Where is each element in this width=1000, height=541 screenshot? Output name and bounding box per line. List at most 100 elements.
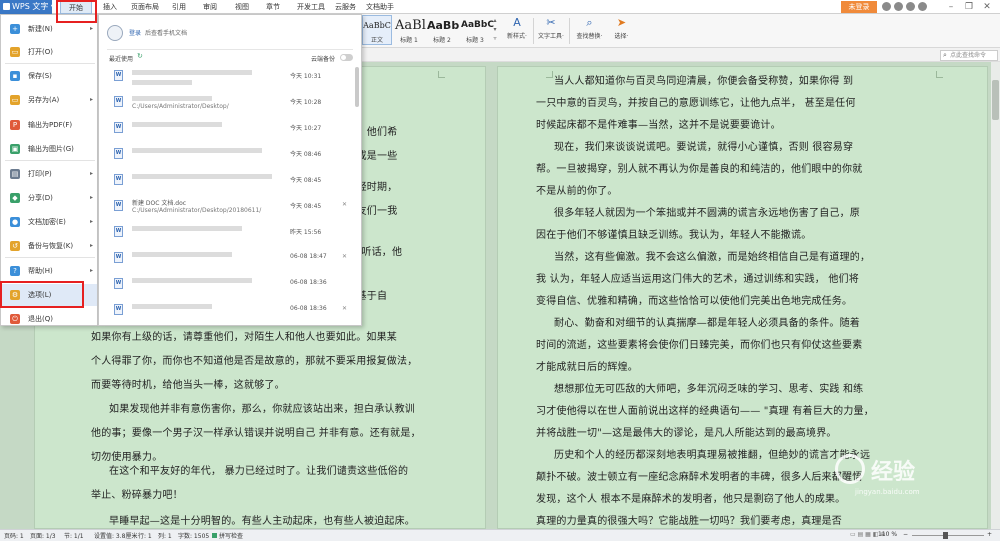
document-line: 如果发现他并非有意伤害你，那么，你就应该站出来，担白承认教训 [109,404,415,415]
share-icon[interactable] [894,2,903,11]
recent-document-item[interactable]: W 今天 10:27 [99,119,349,143]
redacted-filename [132,96,212,101]
file-menu-item[interactable]: ◆ 分享(D) ▸ [1,187,97,209]
style-heading-2[interactable]: AaBb 标题 2 [426,15,459,45]
document-line: 举止、粉碎暴力吧！ [91,490,183,501]
file-menu-item[interactable]: ▭ 另存为(A) ▸ [1,89,97,111]
recent-document-item[interactable]: W 06-08 18:36 [99,275,349,299]
command-search-input[interactable]: ⌕ 点此查找命令 [940,50,998,61]
close-button[interactable]: ✕ [980,0,994,14]
style-caption: 标题 3 [466,37,484,44]
spell-check-toggle[interactable]: 拼写检查 [212,531,243,540]
submenu-arrow-icon: ▸ [89,267,93,274]
document-line: 他的事；要像一个男子汉一样承认错误并说明自己 并非有意。还有就是， [91,428,421,439]
style-normal[interactable]: AaBbC 正文 [362,15,392,45]
recent-timestamp: 今天 10:27 [290,125,322,132]
recent-document-item[interactable]: W 今天 08:46 [99,145,349,169]
vertical-scrollbar[interactable] [991,62,1000,529]
status-words[interactable]: 字数: 1505 [178,531,209,540]
file-menu: + 新建(N) ▸ ▭ 打开(O) ▪ 保存(S) ▭ 另存为(A) ▸ P 输出为PDF(F) ▣ 输出… [0,14,98,326]
document-line: 帮。一旦被揭穿，别人就不再认为你是善良的和纯洁的，他们眼中的你就 [536,164,863,175]
recent-document-item[interactable]: W 今天 08:45 [99,171,349,195]
zoom-out-button[interactable]: − [903,531,908,538]
redacted-filename [132,278,252,283]
file-menu-label: 新建(N) [28,25,53,33]
recent-timestamp: 06-08 18:36 [290,279,327,286]
document-line: 因在于他们不够谨慎且缺乏训练。我认为，年轻人不能撒谎。 [536,230,812,241]
file-menu-item[interactable]: ▤ 打印(P) ▸ [1,163,97,185]
cloud-backup-toggle[interactable] [340,54,353,61]
login-link[interactable]: 登录 [129,28,141,37]
redacted-filename [132,304,212,309]
file-menu-item[interactable]: ● 文档加密(E) ▸ [1,211,97,233]
help-icon[interactable] [918,2,927,11]
recent-document-item[interactable]: W 昨天 15:56 [99,223,349,247]
recent-filepath: C:/Users/Administrator/Desktop/ [132,103,229,110]
find-replace-button[interactable]: ⌕ 查找替换· [572,17,607,45]
file-menu-item[interactable]: ? 帮助(H) ▸ [1,260,97,282]
recent-document-item[interactable]: W 06-08 18:36 ✕ [99,301,349,325]
tab-developer[interactable]: 开发工具 [297,0,325,14]
file-menu-item[interactable]: ⏻ 退出(Q) [1,308,97,330]
wps-app-menu-button[interactable]: WPS 文字 ▾ [0,0,55,14]
document-line: 颠扑不破。波士顿立有一座纪念麻醉术发明者的丰碑，很多人后来都醒悟 [536,472,863,483]
file-menu-label: 退出(Q) [28,315,53,323]
style-heading-1[interactable]: AaBl 标题 1 [394,15,426,45]
tab-insert[interactable]: 插入 [103,0,117,14]
new-style-button[interactable]: A 新样式· [502,17,532,45]
redacted-filename [132,226,242,231]
remove-icon[interactable]: ✕ [342,253,347,260]
remove-icon[interactable]: ✕ [342,201,347,208]
highlight-start-tab [56,0,97,23]
styles-scroll-arrows[interactable]: ▴ ▾ ▿ [491,16,499,44]
tab-page-layout[interactable]: 页面布局 [131,0,159,14]
cursor-icon: ➤ [616,16,627,29]
login-button[interactable]: 未登录 [841,1,877,13]
tab-chapter[interactable]: 章节 [266,0,280,14]
scrollbar-thumb[interactable] [992,80,999,120]
skin-icon[interactable] [882,2,891,11]
recent-scrollbar[interactable] [355,67,359,107]
zoom-slider[interactable] [912,532,984,539]
style-heading-3[interactable]: AaBbC 标题 3 [460,15,494,45]
refresh-icon[interactable]: ↻ [137,52,143,60]
tab-review[interactable]: 审阅 [203,0,217,14]
recent-document-item[interactable]: W 06-08 18:47 ✕ [99,249,349,273]
menu-separator [5,63,95,64]
share-icon: ◆ [10,193,20,203]
file-menu-item[interactable]: P 输出为PDF(F) [1,114,97,136]
text-tools-button[interactable]: ✂ 文字工具· [535,17,567,45]
restore-button[interactable]: ❐ [962,0,976,14]
document-line: 现在，我们来谈谈说谎吧。要说谎，就得小心谨慎，否则 很容易穿 [554,142,854,153]
file-menu-label: 打印(P) [28,170,52,178]
file-menu-item[interactable]: ↺ 备份与恢复(K) ▸ [1,235,97,257]
remove-icon[interactable]: ✕ [342,305,347,312]
select-button[interactable]: ➤ 选择· [609,17,634,45]
tab-references[interactable]: 引用 [172,0,186,14]
minimize-button[interactable]: – [944,0,958,14]
new-doc-icon: + [10,24,20,34]
status-pages[interactable]: 页面: 1/3 [30,531,56,540]
file-menu-label: 输出为PDF(F) [28,121,73,129]
file-menu-item[interactable]: ▪ 保存(S) [1,65,97,87]
document-line: 发现，这个人 根本不是麻醉术的发明者，他只是剽窃了他人的成果。 [536,494,846,505]
search-icon: ⌕ [943,51,947,59]
file-menu-item[interactable]: ▭ 打开(O) [1,41,97,63]
tab-doc-assistant[interactable]: 文档助手 [366,0,394,14]
file-menu-item[interactable]: ▣ 输出为图片(G) [1,138,97,160]
recent-document-item[interactable]: W C:/Users/Administrator/Desktop/今天 10:28 [99,93,349,117]
status-col: 列: 1 [158,533,172,540]
zoom-in-button[interactable]: + [987,531,992,538]
recent-document-item[interactable]: W 今天 10:31 [99,67,349,91]
encrypt-icon: ● [10,217,20,227]
redacted-filename [132,148,262,153]
tab-view[interactable]: 视图 [235,0,249,14]
recent-timestamp: 今天 08:46 [290,151,322,158]
settings-icon[interactable] [906,2,915,11]
zoom-level[interactable]: 110 % [878,531,897,538]
zoom-slider-handle[interactable] [943,532,948,539]
tab-cloud[interactable]: 云服务 [335,0,356,14]
status-row: 行: 1 [138,533,152,540]
recent-document-item[interactable]: W 新建 DOC 文档.doc C:/Users/Administrator/Des… [99,197,349,221]
document-line: 早睡早起—这是十分明智的。有些人主动起床，也有些人被迫起床。 [109,516,415,527]
